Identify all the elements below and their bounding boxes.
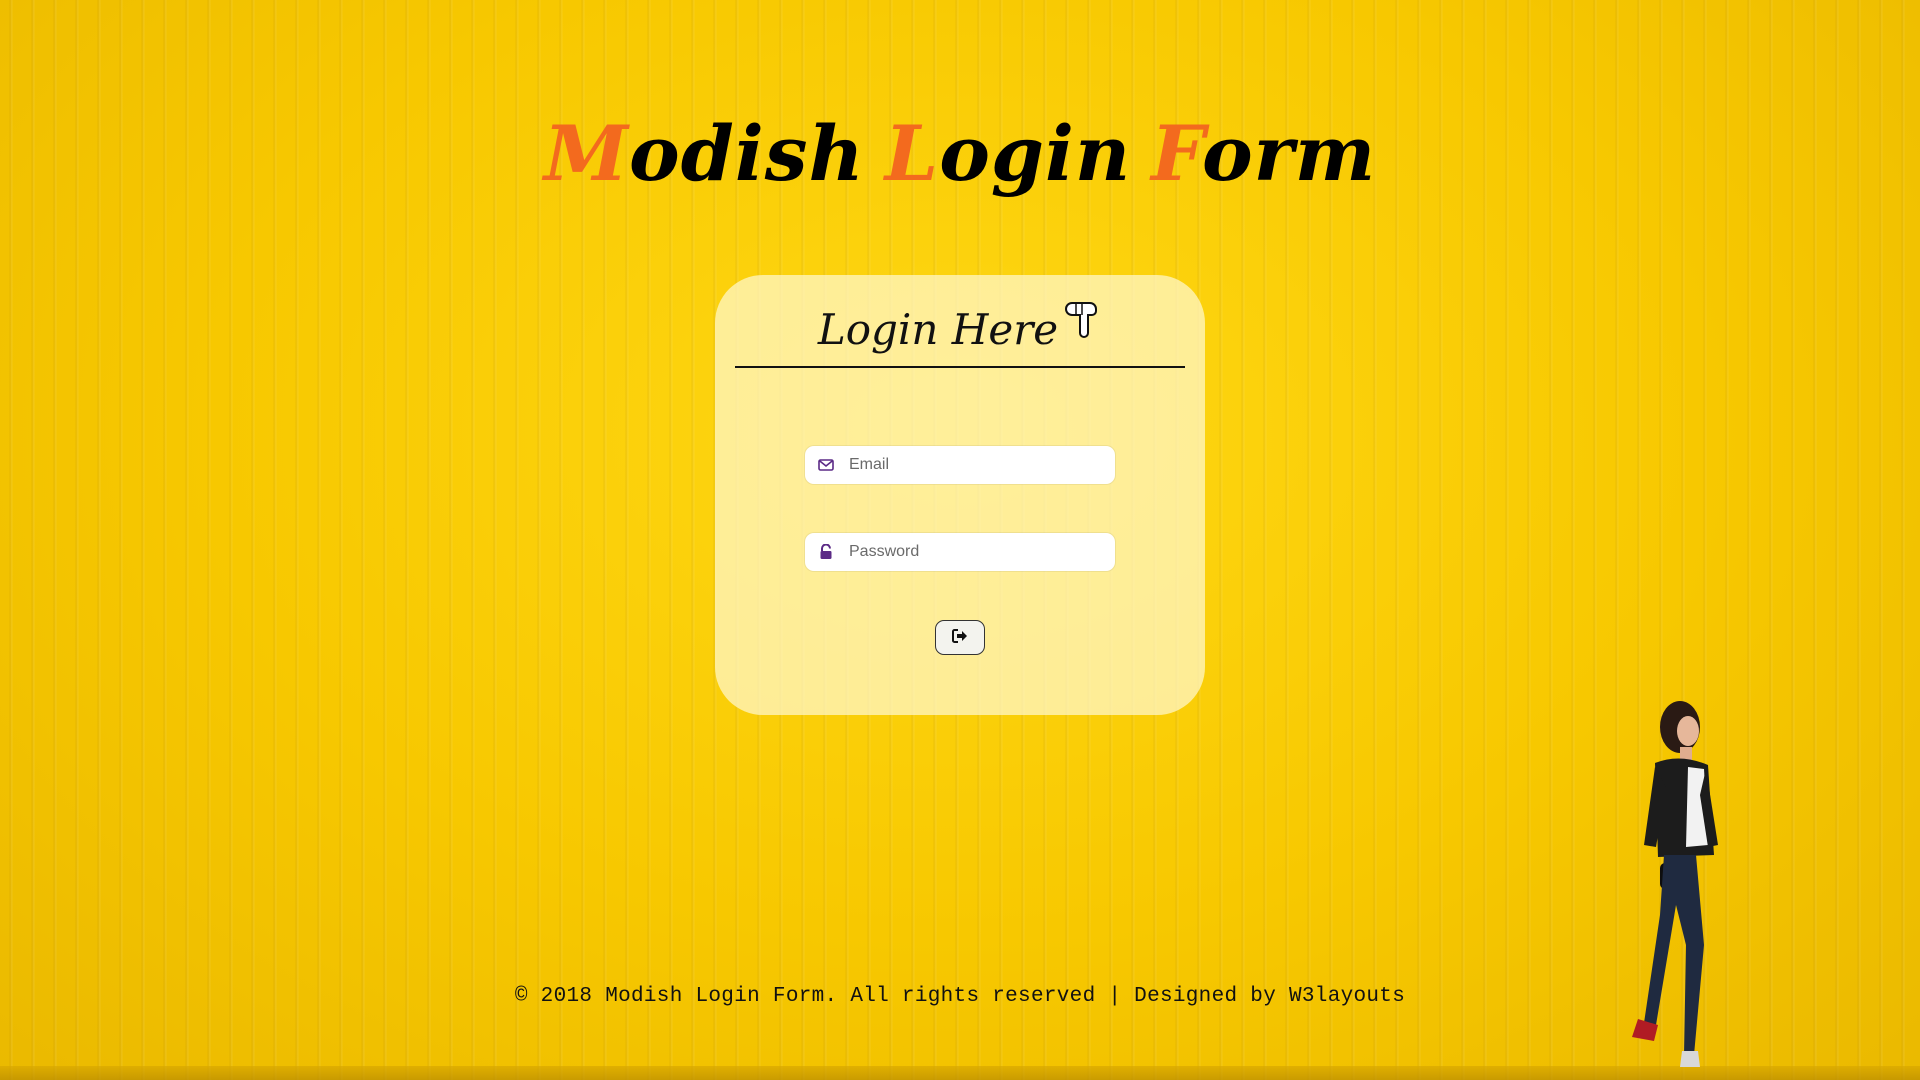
pointing-down-hand-icon: [1064, 295, 1102, 365]
card-heading-label: Login Here: [817, 305, 1059, 354]
password-input[interactable]: [849, 533, 1104, 571]
title-word-2: Login: [884, 108, 1132, 198]
login-card: Login Here: [715, 275, 1205, 715]
email-input[interactable]: [849, 446, 1104, 484]
site-title: Modish Login Form: [0, 99, 1920, 209]
title-word-3: Form: [1151, 108, 1377, 198]
heading-divider: [735, 366, 1185, 368]
title-word-1: Modish: [543, 108, 865, 198]
sign-in-icon: [952, 629, 968, 646]
login-submit-button[interactable]: [935, 620, 985, 655]
password-field-wrapper: [805, 533, 1115, 571]
unlock-icon: [815, 533, 837, 571]
email-field-wrapper: [805, 446, 1115, 484]
card-heading: Login Here: [715, 295, 1205, 365]
walking-woman-image: [1632, 701, 1718, 1067]
envelope-icon: [815, 446, 837, 484]
